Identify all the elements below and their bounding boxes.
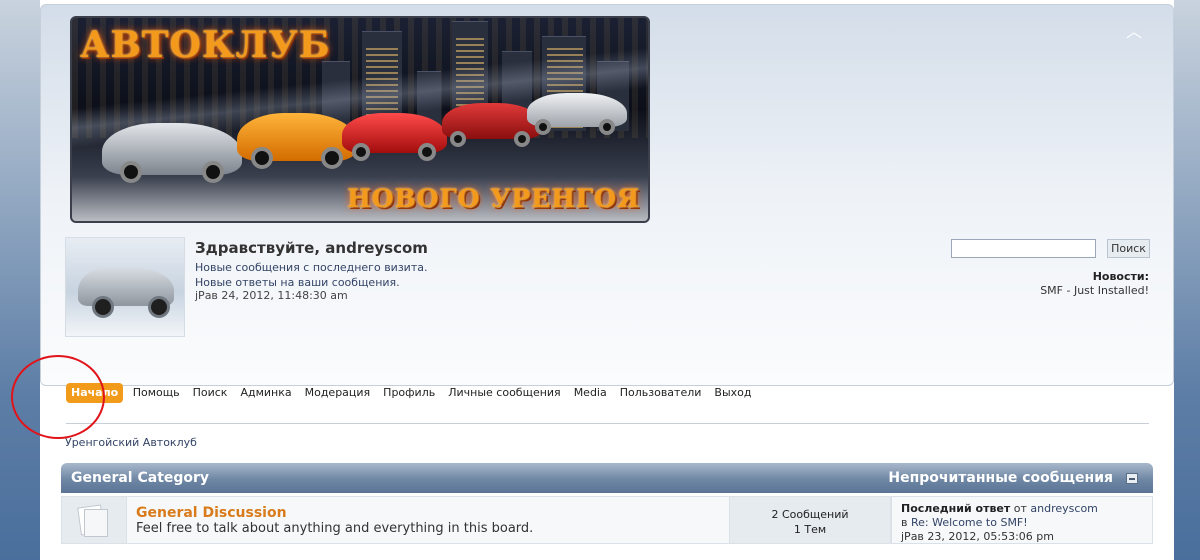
new-posts-link[interactable]: Новые сообщения с последнего визита. xyxy=(195,261,427,274)
board-posts-count: 2 Сообщений xyxy=(771,508,849,521)
highlight-annotation xyxy=(11,355,105,439)
menu-item-profile[interactable]: Профиль xyxy=(377,383,442,403)
last-post-label: Последний ответ xyxy=(901,502,1011,515)
main-menu: Начало Помощь Поиск Админка Модерация Пр… xyxy=(66,383,758,403)
forum-banner[interactable]: АВТОКЛУБ НОВОГО УРЕНГОЯ xyxy=(70,16,650,223)
banner-title-line1: АВТОКЛУБ xyxy=(80,24,331,66)
search-input[interactable] xyxy=(951,239,1096,258)
car-wheel xyxy=(535,119,551,135)
avatar-wheel xyxy=(148,296,170,318)
category-header: General Category Непрочитанные сообщения xyxy=(61,463,1153,493)
menu-item-help[interactable]: Помощь xyxy=(126,383,186,403)
car-wheel xyxy=(321,147,343,169)
board-info: General Discussion Feel free to talk abo… xyxy=(127,496,729,544)
menu-item-members[interactable]: Пользователи xyxy=(613,383,708,403)
news-title: Новости: xyxy=(1092,270,1149,283)
banner-car-silver xyxy=(102,123,242,183)
board-row: General Discussion Feel free to talk abo… xyxy=(61,496,1153,544)
breadcrumb[interactable]: Уренгойский Автоклуб xyxy=(65,436,197,449)
board-icon-cell xyxy=(61,496,127,544)
car-wheel xyxy=(120,161,142,183)
menu-item-admin[interactable]: Админка xyxy=(234,383,298,403)
last-post-from: от xyxy=(1013,502,1027,515)
board-icon xyxy=(77,504,108,538)
last-post-topic-link[interactable]: Re: Welcome to SMF! xyxy=(911,516,1028,529)
greeting-text: Здравствуйте, andreyscom xyxy=(195,239,428,257)
menu-item-media[interactable]: Media xyxy=(567,383,613,403)
current-datetime: jРав 24, 2012, 11:48:30 am xyxy=(195,289,348,302)
board-description: Feel free to talk about anything and eve… xyxy=(136,521,534,536)
last-post-time: jРав 23, 2012, 05:53:06 pm xyxy=(901,530,1054,543)
car-wheel xyxy=(251,147,273,169)
banner-car-white xyxy=(527,93,627,135)
menu-divider xyxy=(66,423,1149,424)
unread-posts-link[interactable]: Непрочитанные сообщения xyxy=(888,470,1113,486)
banner-car-orange xyxy=(237,113,357,169)
news-text: SMF - Just Installed! xyxy=(1040,284,1149,297)
car-wheel xyxy=(202,161,224,183)
board-topics-count: 1 Тем xyxy=(793,523,827,536)
chevron-up-icon[interactable]: ︿ xyxy=(1125,24,1143,40)
collapse-icon[interactable] xyxy=(1126,473,1138,484)
avatar xyxy=(65,237,185,337)
last-post-author-link[interactable]: andreyscom xyxy=(1030,502,1097,515)
forum-page: АВТОКЛУБ НОВОГО УРЕНГОЯ ︿ Здравствуйте, … xyxy=(40,0,1174,560)
board-name-link[interactable]: General Discussion xyxy=(136,505,720,521)
board-last-post: Последний ответ от andreyscom в Re: Welc… xyxy=(891,496,1153,544)
menu-item-messages[interactable]: Личные сообщения xyxy=(442,383,567,403)
last-post-in: в xyxy=(901,516,908,529)
category-title[interactable]: General Category xyxy=(71,470,209,486)
board-stats: 2 Сообщений 1 Тем xyxy=(729,496,891,544)
banner-car-red xyxy=(342,113,447,161)
menu-item-logout[interactable]: Выход xyxy=(708,383,758,403)
search-button[interactable]: Поиск xyxy=(1107,239,1150,258)
car-wheel xyxy=(450,131,466,147)
menu-item-search[interactable]: Поиск xyxy=(186,383,234,403)
car-wheel xyxy=(599,119,615,135)
car-wheel xyxy=(514,131,530,147)
user-info: Здравствуйте, andreyscom Новые сообщения… xyxy=(195,239,428,302)
avatar-wheel xyxy=(92,296,114,318)
new-replies-link[interactable]: Новые ответы на ваши сообщения. xyxy=(195,276,400,289)
banner-title-line2: НОВОГО УРЕНГОЯ xyxy=(347,184,640,213)
menu-item-moderation[interactable]: Модерация xyxy=(298,383,377,403)
car-wheel xyxy=(418,143,436,161)
news-block: Новости: SMF - Just Installed! xyxy=(1040,270,1149,298)
forum-header: АВТОКЛУБ НОВОГО УРЕНГОЯ ︿ Здравствуйте, … xyxy=(40,4,1174,386)
car-wheel xyxy=(352,143,370,161)
